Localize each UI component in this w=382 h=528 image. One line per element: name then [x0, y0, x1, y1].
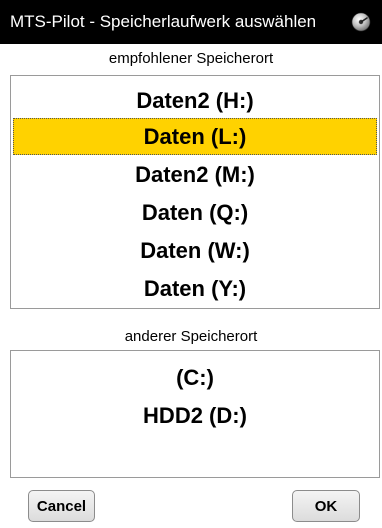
drive-item-d[interactable]: HDD2 (D:) [11, 397, 379, 434]
cancel-button[interactable]: Cancel [28, 490, 95, 522]
recommended-drive-list[interactable]: Daten2 (H:) Daten (L:) Daten2 (M:) Daten… [10, 75, 380, 309]
drive-item-c[interactable]: (C:) [11, 359, 379, 396]
disk-drive-icon [351, 12, 371, 32]
drive-selection-dialog: MTS-Pilot - Speicherlaufwerk auswählen e… [0, 0, 382, 528]
drive-item-w[interactable]: Daten (W:) [11, 232, 379, 269]
drive-item-q[interactable]: Daten (Q:) [11, 194, 379, 231]
drive-item-y[interactable]: Daten (Y:) [11, 270, 379, 307]
title-bar: MTS-Pilot - Speicherlaufwerk auswählen [0, 0, 382, 44]
ok-button[interactable]: OK [292, 490, 360, 522]
window-title: MTS-Pilot - Speicherlaufwerk auswählen [10, 12, 317, 31]
other-location-label: anderer Speicherort [124, 328, 258, 345]
recommended-location-label: empfohlener Speicherort [108, 50, 274, 67]
other-drive-list[interactable]: (C:) HDD2 (D:) [10, 350, 380, 478]
drive-item-m[interactable]: Daten2 (M:) [11, 156, 379, 193]
drive-item-l[interactable]: Daten (L:) [13, 118, 377, 155]
drive-item-h[interactable]: Daten2 (H:) [11, 82, 379, 119]
